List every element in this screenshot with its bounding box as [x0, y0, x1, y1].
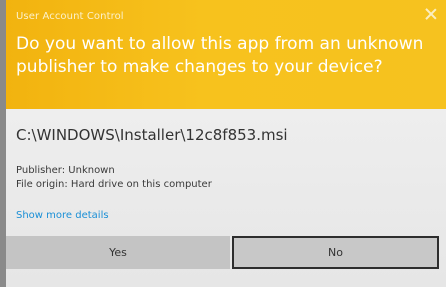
prompt-question: Do you want to allow this app from an un…	[16, 34, 424, 77]
show-more-details-link[interactable]: Show more details	[16, 210, 109, 221]
dialog-header: User Account Control Do you want to allo…	[6, 0, 446, 109]
program-path: C:\WINDOWS\Installer\12c8f853.msi	[16, 126, 288, 144]
dialog-body: C:\WINDOWS\Installer\12c8f853.msi Publis…	[6, 109, 446, 287]
publisher-info: Publisher: Unknown	[16, 165, 115, 176]
no-button[interactable]: No	[232, 236, 439, 269]
close-icon[interactable]	[424, 7, 438, 21]
yes-button[interactable]: Yes	[6, 236, 230, 269]
uac-dialog: User Account Control Do you want to allo…	[6, 0, 446, 287]
dialog-title: User Account Control	[16, 11, 124, 22]
file-origin-info: File origin: Hard drive on this computer	[16, 179, 212, 190]
